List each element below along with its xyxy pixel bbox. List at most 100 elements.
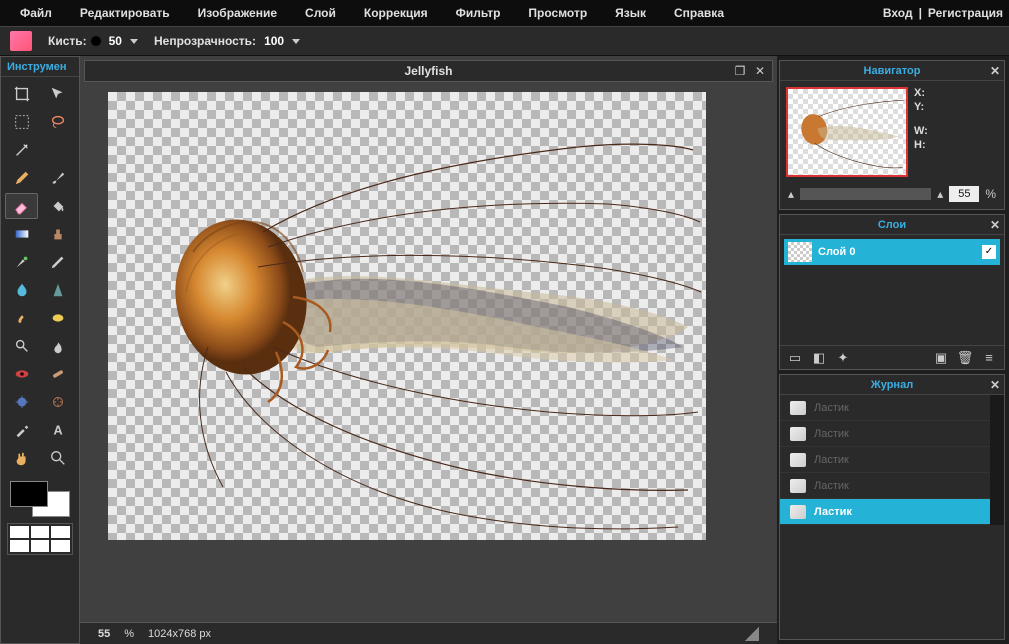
nav-zoom-value[interactable]: 55 xyxy=(949,186,979,202)
replace-color-tool[interactable] xyxy=(5,249,38,275)
menu-language[interactable]: Язык xyxy=(601,6,660,20)
lasso-tool[interactable] xyxy=(41,109,74,135)
eraser-icon xyxy=(790,427,806,441)
crop-tool[interactable] xyxy=(5,81,38,107)
navigator-title: Навигатор xyxy=(864,65,921,77)
opacity-group[interactable]: Непрозрачность: 100 xyxy=(154,34,300,48)
blur-tool[interactable] xyxy=(5,277,38,303)
hand-tool[interactable] xyxy=(5,445,38,471)
pencil-tool[interactable] xyxy=(5,165,38,191)
zoom-out-icon[interactable]: ▴ xyxy=(788,187,794,201)
navigator-thumbnail[interactable] xyxy=(786,87,908,177)
register-link[interactable]: Регистрация xyxy=(928,6,1003,20)
menu-help[interactable]: Справка xyxy=(660,6,738,20)
gradient-tool[interactable] xyxy=(5,221,38,247)
zoom-value[interactable]: 55 xyxy=(98,628,110,640)
close-icon[interactable]: ✕ xyxy=(752,64,768,78)
spot-heal-tool[interactable] xyxy=(41,361,74,387)
history-item[interactable]: Ластик xyxy=(780,395,990,421)
draw-tool[interactable] xyxy=(41,249,74,275)
zoom-tool[interactable] xyxy=(41,445,74,471)
foreground-color[interactable] xyxy=(10,481,48,507)
delete-layer-icon[interactable]: 🗑 xyxy=(956,350,974,366)
type-tool[interactable]: A xyxy=(41,417,74,443)
clone-tool[interactable] xyxy=(41,221,74,247)
dodge-tool[interactable] xyxy=(5,333,38,359)
login-link[interactable]: Вход xyxy=(883,6,913,20)
menu-view[interactable]: Просмотр xyxy=(514,6,601,20)
zoom-in-icon[interactable]: ▴ xyxy=(937,187,943,201)
document-titlebar[interactable]: Jellyfish ❐ ✕ xyxy=(84,60,773,82)
maximize-icon[interactable]: ❐ xyxy=(732,64,748,78)
close-icon[interactable]: ✕ xyxy=(990,218,1000,232)
navigator-info: X: Y: W: H: xyxy=(914,87,928,177)
bucket-tool[interactable] xyxy=(41,193,74,219)
menu-filter[interactable]: Фильтр xyxy=(442,6,515,20)
eraser-icon xyxy=(790,505,806,519)
layer-thumbnail[interactable] xyxy=(788,242,812,262)
marquee-tool[interactable] xyxy=(5,109,38,135)
history-item[interactable]: Ластик xyxy=(780,421,990,447)
menu-edit[interactable]: Редактировать xyxy=(66,6,184,20)
history-scrollbar[interactable] xyxy=(990,395,1004,525)
layer-settings-icon[interactable]: ▭ xyxy=(786,350,804,366)
menu-image[interactable]: Изображение xyxy=(184,6,291,20)
transparency-checker xyxy=(108,92,706,540)
close-icon[interactable]: ✕ xyxy=(990,64,1000,78)
burn-tool[interactable] xyxy=(41,333,74,359)
menu-adjust[interactable]: Коррекция xyxy=(350,6,442,20)
sponge-tool[interactable] xyxy=(41,305,74,331)
menu-layer[interactable]: Слой xyxy=(291,6,350,20)
brush-label: Кисть: xyxy=(48,34,87,48)
layer-visibility-checkbox[interactable]: ✓ xyxy=(982,245,996,259)
layers-title: Слои xyxy=(878,219,906,231)
history-item[interactable]: Ластик xyxy=(780,447,990,473)
document-title: Jellyfish xyxy=(404,64,452,78)
brush-tool[interactable] xyxy=(41,165,74,191)
menubar: Файл Редактировать Изображение Слой Корр… xyxy=(0,0,1009,26)
eyedropper-tool[interactable] xyxy=(5,417,38,443)
separator: | xyxy=(919,6,922,20)
fg-bg-colors[interactable] xyxy=(10,481,70,517)
color-palette[interactable] xyxy=(7,523,73,555)
navigator-zoom-slider[interactable]: ▴ ▴ 55 % xyxy=(780,183,1004,209)
layer-mask-icon[interactable]: ◧ xyxy=(810,350,828,366)
redeye-tool[interactable] xyxy=(5,361,38,387)
eraser-tool[interactable] xyxy=(5,193,38,219)
chevron-down-icon[interactable] xyxy=(292,39,300,44)
history-header[interactable]: Журнал ✕ xyxy=(780,375,1004,395)
status-bar: 55 % 1024x768 px xyxy=(80,622,777,644)
x-label: X: xyxy=(914,87,928,99)
canvas[interactable] xyxy=(108,92,749,614)
history-list[interactable]: Ластик Ластик Ластик Ластик Ластик xyxy=(780,395,990,525)
layer-styles-icon[interactable]: ✦ xyxy=(834,350,852,366)
layers-panel: Слои ✕ Слой 0 ✓ ▭ ◧ ✦ ▣ 🗑 ≡ xyxy=(779,214,1005,370)
smudge-tool[interactable] xyxy=(5,305,38,331)
menu-file[interactable]: Файл xyxy=(6,6,66,20)
brush-preview-icon xyxy=(91,36,101,46)
canvas-area: Jellyfish ❐ ✕ xyxy=(80,56,777,644)
bloat-tool[interactable] xyxy=(5,389,38,415)
brush-size-group[interactable]: Кисть: 50 xyxy=(48,34,138,48)
layer-name[interactable]: Слой 0 xyxy=(818,246,976,258)
y-label: Y: xyxy=(914,101,928,113)
history-item[interactable]: Ластик xyxy=(780,499,990,525)
layer-menu-icon[interactable]: ≡ xyxy=(980,350,998,366)
new-layer-icon[interactable]: ▣ xyxy=(932,350,950,366)
layer-row[interactable]: Слой 0 ✓ xyxy=(784,239,1000,265)
sharpen-tool[interactable] xyxy=(41,277,74,303)
layers-header[interactable]: Слои ✕ xyxy=(780,215,1004,235)
navigator-header[interactable]: Навигатор ✕ xyxy=(780,61,1004,81)
resize-grip-icon[interactable] xyxy=(745,627,759,641)
move-tool[interactable] xyxy=(41,81,74,107)
zoom-pct-label: % xyxy=(124,628,134,640)
zoom-track[interactable] xyxy=(800,188,931,200)
brush-size-value[interactable]: 50 xyxy=(105,34,126,48)
layers-list[interactable]: Слой 0 ✓ xyxy=(780,235,1004,345)
pinch-tool[interactable] xyxy=(41,389,74,415)
chevron-down-icon[interactable] xyxy=(130,39,138,44)
opacity-value[interactable]: 100 xyxy=(260,34,288,48)
history-item[interactable]: Ластик xyxy=(780,473,990,499)
wand-tool[interactable] xyxy=(5,137,38,163)
close-icon[interactable]: ✕ xyxy=(990,378,1000,392)
